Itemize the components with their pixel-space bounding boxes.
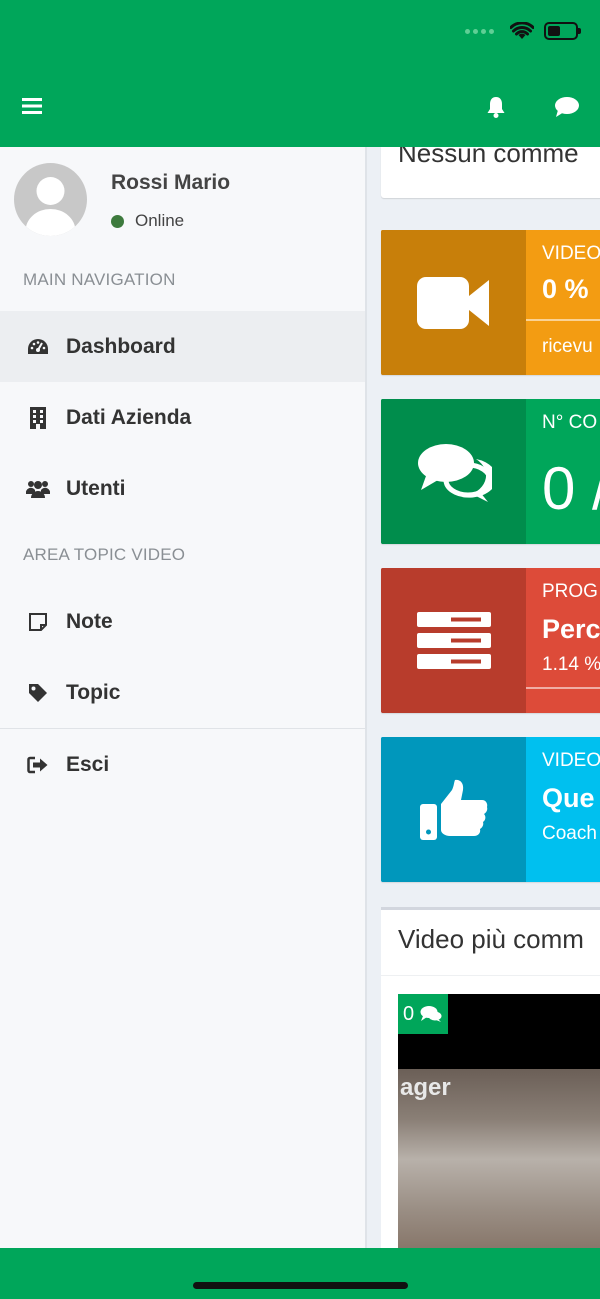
nav-header-topic-video: AREA TOPIC VIDEO (23, 545, 186, 564)
dashboard-icon (26, 335, 50, 359)
info-box-content: N° CO 0 / (526, 399, 600, 544)
dashboard-content: Nessun comme VIDEO 0 % ricevu N° CO 0 PR… (369, 147, 600, 1248)
comments-icon (420, 1006, 442, 1022)
user-status-label: Online (135, 211, 185, 230)
sidebar-item-utenti[interactable]: Utenti (0, 453, 365, 524)
info-box-value: 0 % (542, 274, 589, 304)
sidebar-item-label: Utenti (66, 476, 126, 500)
sidebar-item-label: Dati Azienda (66, 405, 192, 429)
video-overlay-text: ager (400, 1074, 451, 1101)
info-box-description: Coach (542, 823, 597, 844)
user-name: Rossi Mario (111, 171, 231, 194)
info-box-value: Perc (542, 614, 600, 644)
avatar (14, 163, 87, 236)
thumbs-up-icon (381, 737, 526, 882)
info-box-value: Que (542, 783, 595, 813)
sidebar-item-note[interactable]: Note (0, 586, 365, 657)
users-icon (26, 477, 50, 501)
sidebar-item-dashboard[interactable]: Dashboard (0, 311, 365, 382)
info-box-content: VIDEO 0 % ricevu (526, 230, 600, 375)
comments-card-text: Nessun comme (398, 147, 579, 168)
info-box-progress[interactable]: PROG Perc 1.14 % (381, 568, 600, 713)
note-icon (26, 610, 50, 634)
info-box-progress-bar (526, 687, 600, 689)
notifications-button[interactable] (484, 95, 508, 119)
bottom-bar (0, 1248, 600, 1299)
nav-header-main: MAIN NAVIGATION (23, 270, 176, 289)
user-panel: Rossi Mario Online (0, 147, 365, 249)
battery-icon (544, 22, 581, 40)
sidebar-item-esci[interactable]: Esci (0, 729, 365, 800)
menu-toggle-button[interactable] (22, 96, 42, 116)
video-card-title: Video più comm (398, 924, 584, 954)
messages-button[interactable] (554, 96, 580, 118)
info-box-video-progress[interactable]: VIDEO 0 % ricevu (381, 230, 600, 375)
sidebar-item-label: Note (66, 609, 113, 633)
info-box-comments[interactable]: N° CO 0 / (381, 399, 600, 544)
sign-out-icon (26, 753, 50, 777)
info-box-label: VIDEO (542, 243, 600, 264)
video-thumbnail[interactable]: ager 0 (398, 994, 600, 1248)
tag-icon (26, 681, 50, 705)
online-status-dot (111, 214, 124, 228)
wifi-icon (510, 22, 534, 39)
sidebar-item-topic[interactable]: Topic (0, 657, 365, 728)
bell-icon (487, 97, 505, 118)
divider (381, 975, 600, 976)
comment-count: 0 (403, 1002, 415, 1025)
cellular-signal-icon (465, 28, 494, 34)
info-box-progress-bar (526, 319, 600, 321)
sidebar-item-label: Dashboard (66, 334, 176, 358)
sidebar-item-label: Esci (66, 752, 110, 776)
user-status: Online (111, 211, 184, 231)
info-box-label: VIDEO (542, 750, 600, 771)
server-icon (381, 568, 526, 713)
sidebar-item-dati-azienda[interactable]: Dati Azienda (0, 382, 365, 453)
info-box-description: ricevu (542, 336, 593, 357)
comment-count-badge: 0 (398, 994, 448, 1034)
info-box-content: PROG Perc 1.14 % (526, 568, 600, 713)
sidebar: Rossi Mario Online MAIN NAVIGATION Dashb… (0, 147, 367, 1248)
info-box-value: 0 / (542, 455, 600, 522)
status-bar (465, 22, 581, 40)
building-icon (26, 406, 50, 430)
info-box-description: 1.14 % (542, 654, 600, 675)
info-box-label: N° CO (542, 412, 598, 433)
info-box-content: VIDEO Que Coach (526, 737, 600, 882)
app-header (0, 0, 600, 147)
info-box-label: PROG (542, 581, 598, 602)
user-avatar-icon (25, 177, 76, 236)
info-box-video-rating[interactable]: VIDEO Que Coach (381, 737, 600, 882)
comment-icon (555, 97, 579, 117)
video-camera-icon (381, 230, 526, 375)
most-commented-videos-card: Video più comm ager 0 (381, 907, 600, 1248)
hamburger-icon (22, 98, 42, 114)
sidebar-item-label: Topic (66, 680, 121, 704)
home-indicator[interactable] (193, 1282, 408, 1289)
comments-icon (381, 399, 526, 544)
comments-card: Nessun comme (381, 147, 600, 198)
